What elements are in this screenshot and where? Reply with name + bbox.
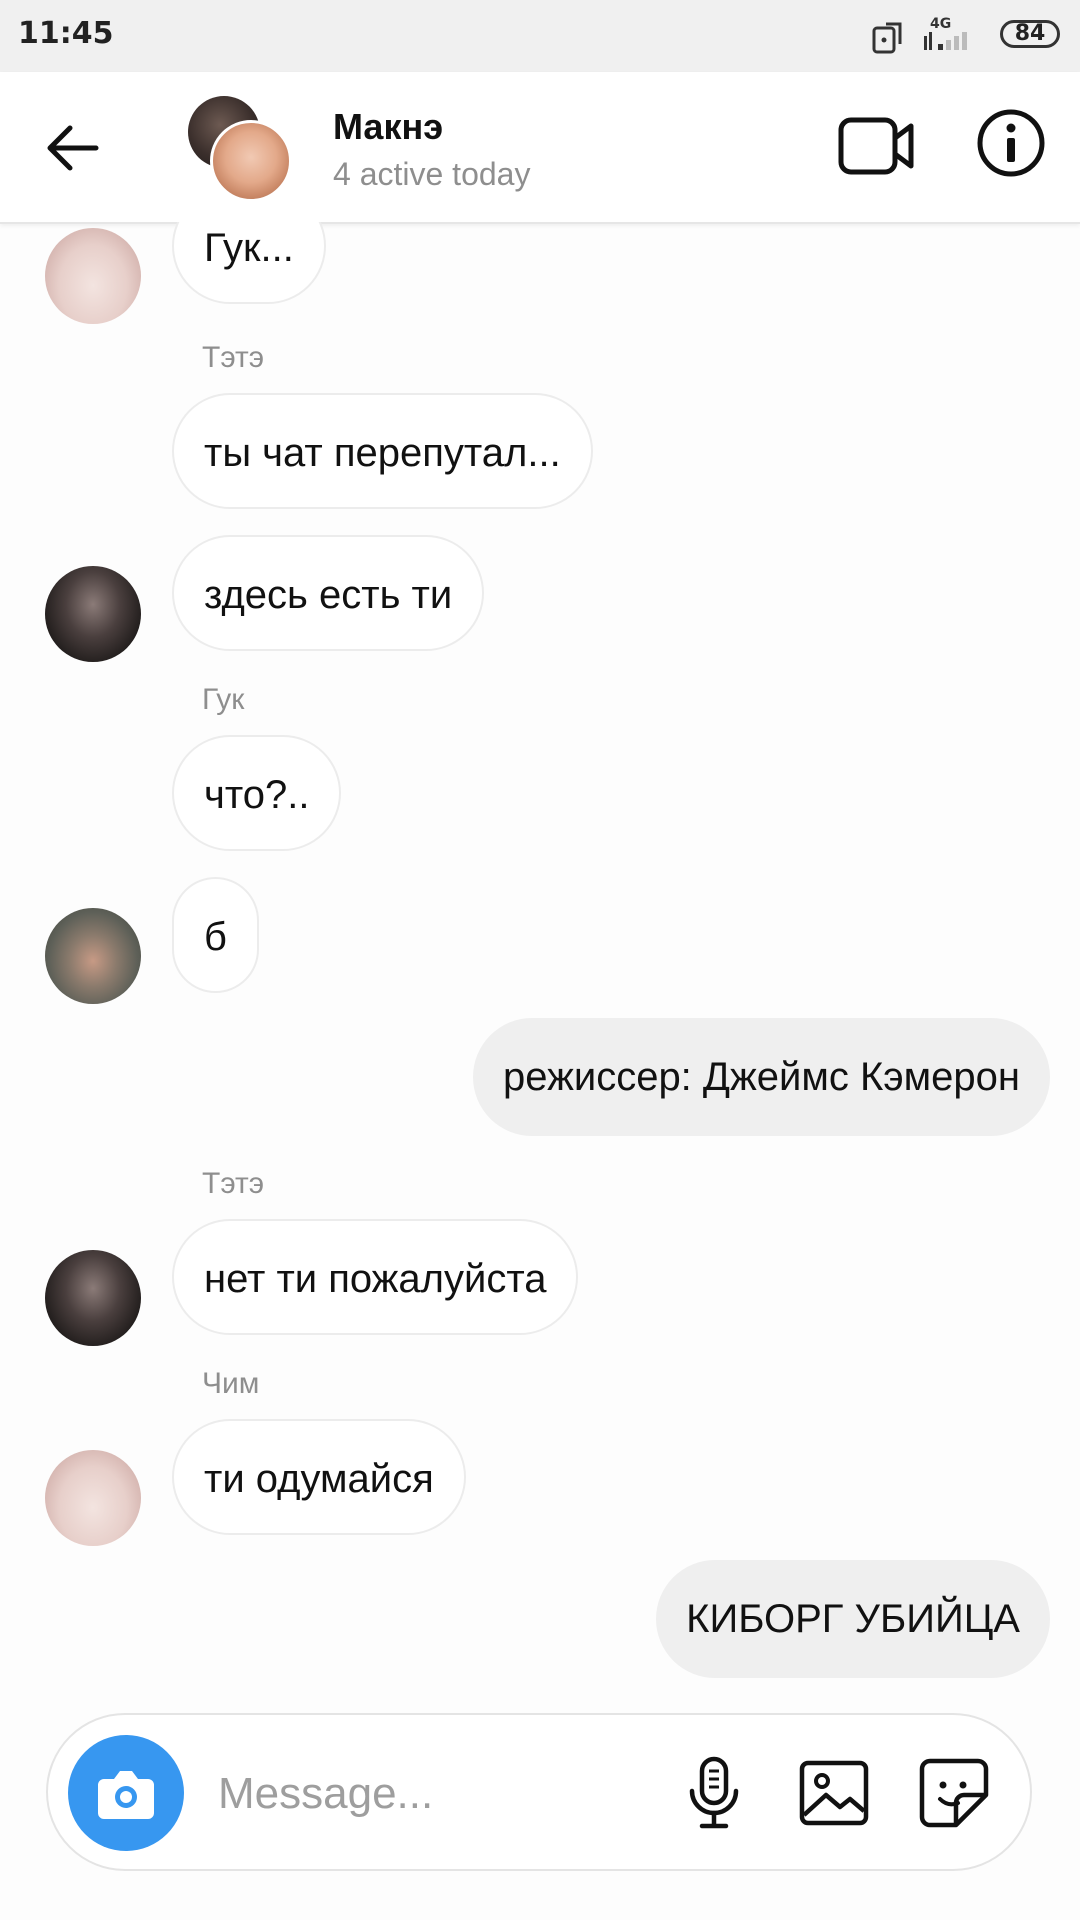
message-bubble-outgoing[interactable]: режиссер: Джеймс Кэмерон <box>473 1018 1050 1136</box>
avatar[interactable] <box>45 566 141 662</box>
arrow-left-icon[interactable] <box>44 120 104 176</box>
message-bubble[interactable]: ти одумайся <box>172 1419 466 1535</box>
avatar[interactable] <box>45 1450 141 1546</box>
message-bubble[interactable]: нет ти пожалуйста <box>172 1219 579 1335</box>
active-status: 4 active today <box>333 156 531 192</box>
sticker-icon[interactable] <box>916 1755 992 1831</box>
avatar[interactable] <box>45 908 141 1004</box>
signal-icon <box>924 32 967 50</box>
sender-name: Тэтэ <box>202 1167 265 1200</box>
battery-level: 84 <box>1014 21 1046 46</box>
message-bubble[interactable]: ты чат перепутал... <box>172 393 593 509</box>
screen-rotate-icon <box>872 22 902 54</box>
camera-icon <box>98 1771 154 1819</box>
info-icon[interactable] <box>976 108 1046 178</box>
message-bubble[interactable]: что?.. <box>172 735 342 851</box>
status-time: 11:45 <box>18 16 114 51</box>
message-bubble[interactable]: б <box>172 877 259 993</box>
message-input[interactable] <box>216 1755 700 1833</box>
group-avatar[interactable] <box>188 96 292 202</box>
avatar <box>210 120 292 202</box>
message-bubble-outgoing[interactable]: КИБОРГ УБИЙЦА <box>656 1560 1050 1678</box>
message-bubble[interactable]: Гук... <box>172 222 326 304</box>
avatar[interactable] <box>45 1250 141 1346</box>
status-bar: 11:45 4G 84 <box>0 0 1080 72</box>
chat-title[interactable]: Макнэ <box>333 106 443 148</box>
video-camera-icon[interactable] <box>838 114 914 178</box>
message-thread[interactable]: Гук... Тэтэ ты чат перепутал... здесь ес… <box>0 222 1080 1692</box>
battery-indicator: 84 <box>1000 20 1060 48</box>
chat-header: Макнэ 4 active today <box>0 72 1080 224</box>
avatar[interactable] <box>45 228 141 324</box>
microphone-icon[interactable] <box>676 1755 752 1831</box>
message-composer <box>46 1713 1032 1871</box>
image-icon[interactable] <box>796 1755 872 1831</box>
sender-name: Гук <box>202 683 245 716</box>
camera-button[interactable] <box>68 1735 184 1851</box>
sender-name: Тэтэ <box>202 341 265 374</box>
message-bubble[interactable]: здесь есть ти <box>172 535 485 651</box>
sender-name: Чим <box>202 1367 260 1400</box>
